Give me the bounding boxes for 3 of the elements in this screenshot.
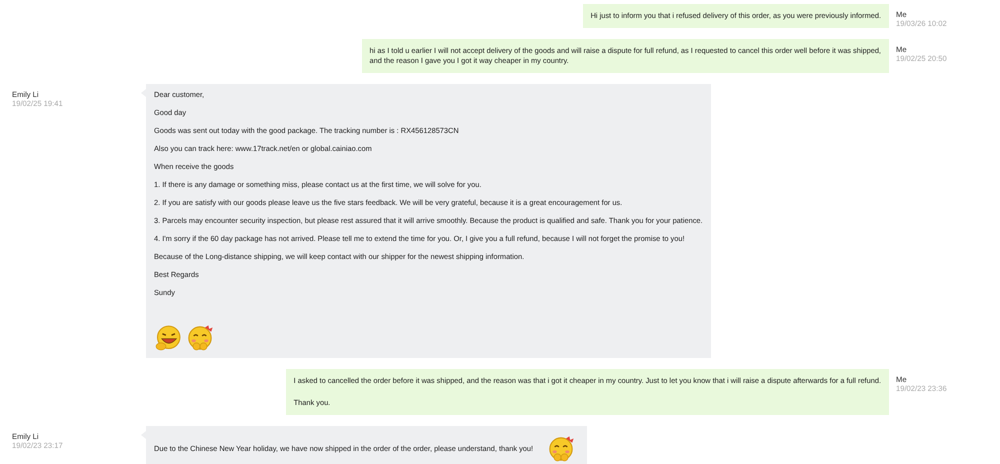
blushing-emoji-icon xyxy=(547,435,576,463)
laughing-emoji-icon xyxy=(154,324,182,352)
blushing-emoji-icon xyxy=(186,324,214,352)
